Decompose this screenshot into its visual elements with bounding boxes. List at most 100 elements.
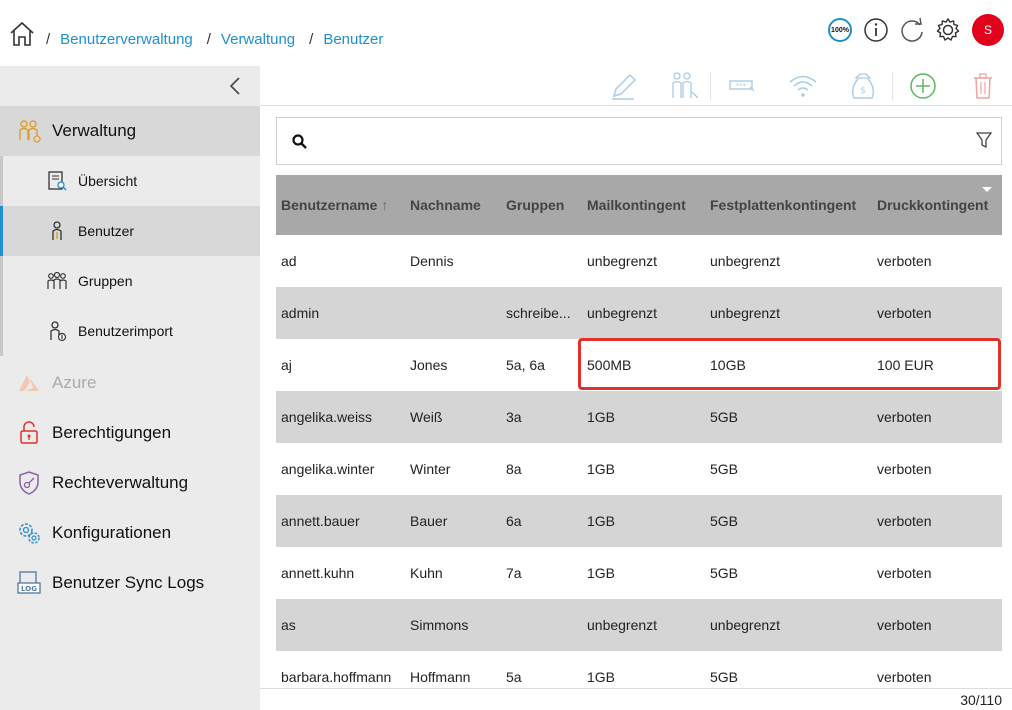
- table-cell: verboten: [877, 461, 932, 477]
- table-cell: 1GB: [587, 409, 616, 425]
- sort-ascending-icon: ↑: [381, 197, 389, 213]
- app-header: / Benutzerverwaltung / Verwaltung / Benu…: [0, 0, 1012, 66]
- info-icon[interactable]: [862, 16, 890, 44]
- table-cell: unbegrenzt: [710, 617, 781, 633]
- column-header-benutzername[interactable]: Benutzername ↑: [281, 197, 401, 213]
- breadcrumb-benutzer[interactable]: Benutzer: [323, 31, 383, 48]
- table-cell: 5a: [506, 669, 522, 685]
- table-row[interactable]: aj Jones 5a, 6a 500MB 10GB 100 EUR: [276, 339, 1002, 391]
- home-icon[interactable]: [8, 20, 36, 48]
- sidebar-item-benutzer[interactable]: Benutzer: [0, 206, 260, 256]
- table-cell: 1GB: [587, 669, 616, 685]
- settings-gear-icon[interactable]: [934, 16, 962, 44]
- table-row[interactable]: admin schreibe... unbegrenzt unbegrenzt verb…: [276, 287, 1002, 339]
- table-row[interactable]: angelika.winter Winter 8a 1GB 5GB verboten: [276, 443, 1002, 495]
- table-cell: barbara.hoffmann: [281, 669, 392, 685]
- action-toolbar: *** $: [260, 66, 1012, 106]
- delete-icon[interactable]: [966, 70, 1000, 102]
- table-cell: annett.kuhn: [281, 565, 355, 581]
- column-header-druckkontingent[interactable]: Druckkontingent: [877, 197, 992, 213]
- user-icon: [52, 221, 62, 240]
- table-cell: unbegrenzt: [587, 305, 658, 321]
- nav-label: Rechteverwaltung: [52, 473, 189, 492]
- user-import-icon: [50, 321, 67, 342]
- sidebar-item-gruppen[interactable]: Gruppen: [0, 256, 260, 306]
- table-cell: 5GB: [710, 669, 739, 685]
- sidebar-item-uebersicht[interactable]: Übersicht: [0, 156, 260, 206]
- table-cell: verboten: [877, 409, 932, 425]
- table-cell: 5GB: [710, 409, 739, 425]
- table-cell: 5a, 6a: [506, 357, 545, 373]
- search-input[interactable]: [317, 128, 957, 156]
- table-cell: 1GB: [587, 461, 616, 477]
- table-row[interactable]: as Simmons unbegrenzt unbegrenzt verboten: [276, 599, 1002, 651]
- table-row[interactable]: annett.kuhn Kuhn 7a 1GB 5GB verboten: [276, 547, 1002, 599]
- column-header-gruppen[interactable]: Gruppen: [506, 197, 578, 213]
- table-cell: angelika.weiss: [281, 409, 373, 425]
- table-cell: unbegrenzt: [710, 305, 781, 321]
- column-header-nachname[interactable]: Nachname: [410, 197, 500, 213]
- table-cell: unbegrenzt: [710, 253, 781, 269]
- nav-rechteverwaltung[interactable]: Rechteverwaltung: [0, 458, 260, 508]
- password-icon[interactable]: ***: [726, 70, 760, 102]
- search-icon: [292, 134, 307, 149]
- table-cell: 5GB: [710, 565, 739, 581]
- table-cell: 8a: [506, 461, 522, 477]
- assign-group-icon[interactable]: [666, 70, 700, 102]
- table-cell: verboten: [877, 669, 932, 685]
- lock-icon: [20, 421, 38, 444]
- table-cell: Simmons: [410, 617, 469, 633]
- column-header-mailkontingent[interactable]: Mailkontingent: [587, 197, 697, 213]
- quota-badge: 100%: [828, 18, 852, 42]
- table-body: ad Dennis unbegrenzt unbegrenzt verboten admi…: [276, 235, 1002, 703]
- breadcrumb-benutzerverwaltung[interactable]: Benutzerverwaltung: [60, 31, 193, 48]
- nav-label: Verwaltung: [52, 121, 137, 140]
- quota-status-icon[interactable]: 100%: [826, 16, 854, 44]
- column-label: Benutzername: [281, 197, 378, 213]
- table-cell: schreibe...: [506, 305, 571, 321]
- table-cell: annett.bauer: [281, 513, 360, 529]
- nav-benutzer-sync-logs[interactable]: LOG Benutzer Sync Logs: [0, 558, 260, 608]
- user-avatar[interactable]: S: [972, 14, 1004, 46]
- svg-text:LOG: LOG: [21, 585, 37, 593]
- collapse-sidebar-icon[interactable]: [228, 76, 242, 96]
- nav-verwaltung[interactable]: Verwaltung: [0, 106, 260, 156]
- table-cell: verboten: [877, 617, 932, 633]
- table-row[interactable]: annett.bauer Bauer 6a 1GB 5GB verboten: [276, 495, 1002, 547]
- table-cell: Kuhn: [410, 565, 443, 581]
- table-cell: 5GB: [710, 513, 739, 529]
- table-cell: verboten: [877, 513, 932, 529]
- table-cell: aj: [281, 357, 292, 373]
- table-cell: verboten: [877, 305, 932, 321]
- nav-label: Azure: [52, 373, 97, 392]
- nav-azure[interactable]: Azure: [0, 358, 260, 408]
- table-header: Benutzername ↑ Nachname Gruppen Mailkont…: [276, 175, 1002, 235]
- nav-berechtigungen[interactable]: Berechtigungen: [0, 408, 260, 458]
- nav-konfigurationen[interactable]: Konfigurationen: [0, 508, 260, 558]
- edit-icon[interactable]: [606, 70, 640, 102]
- table-cell: Weiß: [410, 409, 443, 425]
- column-header-festplattenkontingent[interactable]: Festplattenkontingent: [710, 197, 870, 213]
- table-cell: Bauer: [410, 513, 448, 529]
- nav-sub-label: Benutzerimport: [78, 323, 173, 339]
- breadcrumb: / Benutzerverwaltung / Verwaltung / Benu…: [46, 31, 384, 48]
- nav-label: Berechtigungen: [52, 423, 172, 442]
- refresh-icon[interactable]: [898, 16, 926, 44]
- wifi-icon[interactable]: [786, 70, 820, 102]
- table-cell: 1GB: [587, 565, 616, 581]
- filter-icon[interactable]: [975, 130, 993, 150]
- log-icon: LOG: [17, 571, 41, 594]
- add-icon[interactable]: [906, 70, 940, 102]
- table-row[interactable]: ad Dennis unbegrenzt unbegrenzt verboten: [276, 235, 1002, 287]
- table-cell: unbegrenzt: [587, 617, 658, 633]
- sidebar-item-benutzerimport[interactable]: Benutzerimport: [0, 306, 260, 356]
- column-menu-caret-icon[interactable]: [982, 187, 992, 192]
- table-cell: 5GB: [710, 461, 739, 477]
- table-cell: admin: [281, 305, 320, 321]
- breadcrumb-verwaltung[interactable]: Verwaltung: [221, 31, 295, 48]
- svg-text:$: $: [860, 86, 866, 96]
- search-bar: [276, 117, 1002, 165]
- group-icon: [47, 271, 67, 289]
- quota-money-icon[interactable]: $: [846, 70, 880, 102]
- table-row[interactable]: angelika.weiss Weiß 3a 1GB 5GB verboten: [276, 391, 1002, 443]
